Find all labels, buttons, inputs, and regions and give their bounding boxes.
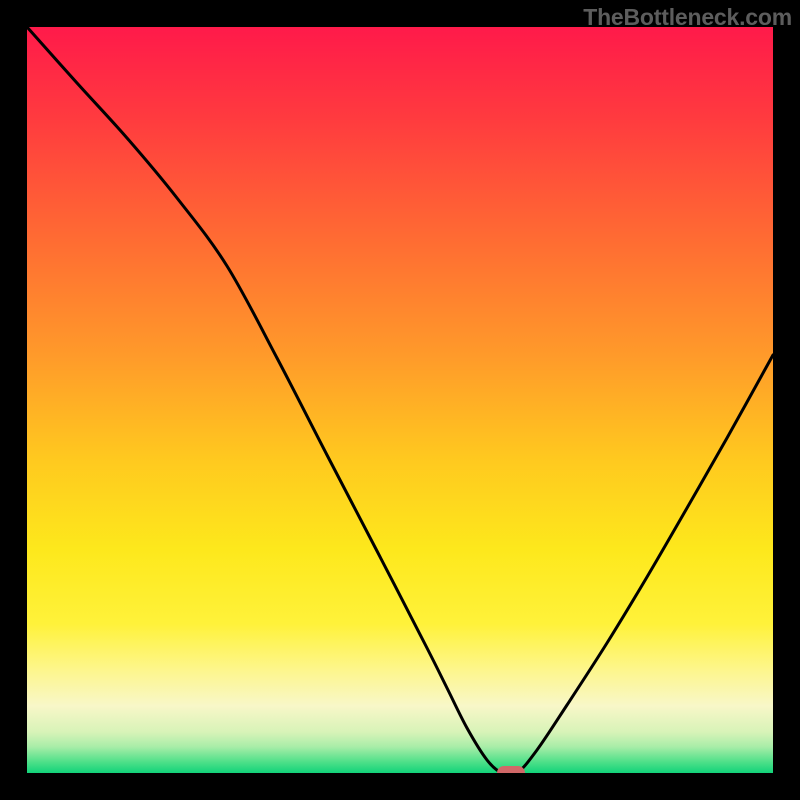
- gradient-background: [27, 27, 773, 773]
- chart-svg: [27, 27, 773, 773]
- selection-marker: [497, 766, 525, 773]
- plot-area: [27, 27, 773, 773]
- chart-frame: TheBottleneck.com: [0, 0, 800, 800]
